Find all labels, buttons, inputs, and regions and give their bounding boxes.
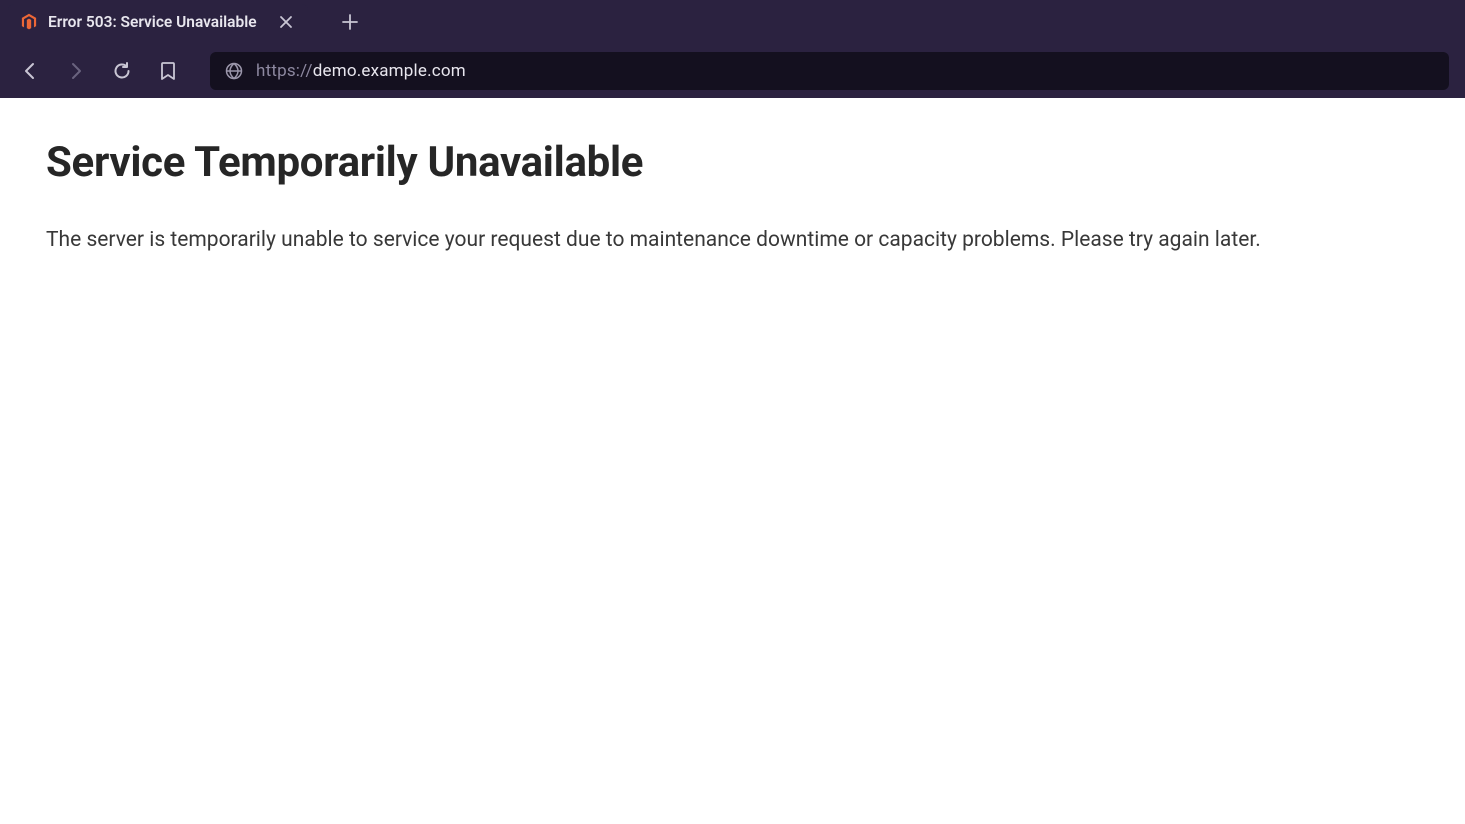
reload-icon <box>112 61 132 81</box>
browser-chrome: Error 503: Service Unavailable <box>0 0 1465 98</box>
page-content: Service Temporarily Unavailable The serv… <box>0 98 1465 297</box>
globe-icon <box>225 62 243 80</box>
bookmark-button[interactable] <box>154 57 182 85</box>
tab-strip: Error 503: Service Unavailable <box>0 0 1465 44</box>
url-text: https://demo.example.com <box>256 61 466 81</box>
error-heading: Service Temporarily Unavailable <box>46 138 1419 187</box>
error-message: The server is temporarily unable to serv… <box>46 225 1419 257</box>
new-tab-button[interactable] <box>334 6 366 38</box>
back-button[interactable] <box>16 57 44 85</box>
forward-button[interactable] <box>62 57 90 85</box>
site-identity-button[interactable] <box>224 61 244 81</box>
forward-icon <box>66 61 86 81</box>
close-tab-button[interactable] <box>276 12 296 32</box>
browser-tab[interactable]: Error 503: Service Unavailable <box>8 4 308 40</box>
tab-title: Error 503: Service Unavailable <box>48 13 266 31</box>
browser-toolbar: https://demo.example.com <box>0 44 1465 98</box>
back-icon <box>20 61 40 81</box>
close-icon <box>279 15 293 29</box>
reload-button[interactable] <box>108 57 136 85</box>
address-bar[interactable]: https://demo.example.com <box>210 52 1449 90</box>
plus-icon <box>341 13 359 31</box>
url-protocol: https:// <box>256 61 313 81</box>
url-domain: demo.example.com <box>313 61 466 81</box>
bookmark-icon <box>159 61 177 81</box>
magento-icon <box>20 13 38 31</box>
